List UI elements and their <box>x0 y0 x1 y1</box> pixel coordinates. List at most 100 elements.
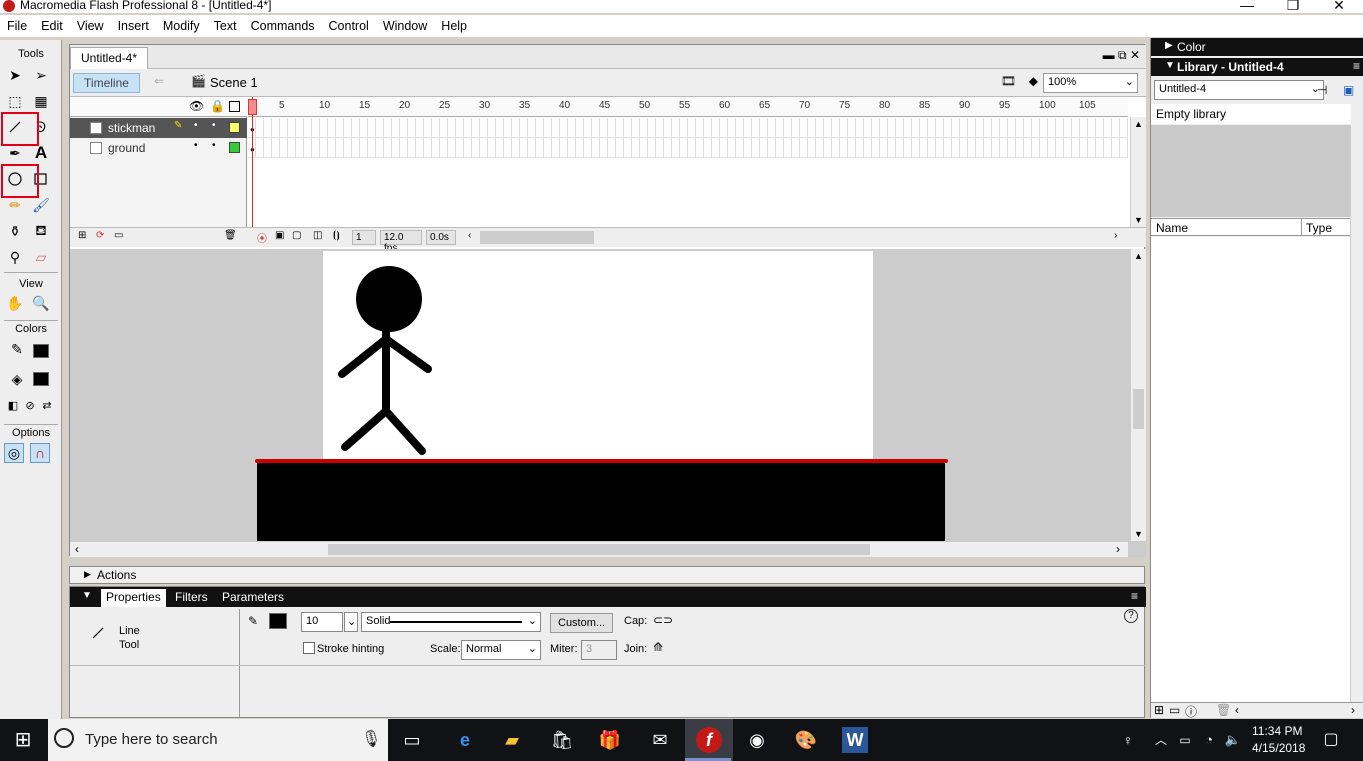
doc-restore-icon[interactable]: ⧉ <box>1118 48 1127 62</box>
menu-modify[interactable]: Modify <box>156 15 207 37</box>
actions-panel-header[interactable]: ▶ Actions <box>69 566 1145 584</box>
color-panel-header[interactable]: ▶ Color <box>1151 38 1363 56</box>
flash-icon[interactable]: f <box>696 727 722 753</box>
layer-color-swatch[interactable] <box>229 122 240 133</box>
layer-color-swatch[interactable] <box>229 142 240 153</box>
expand-arrow-icon[interactable]: ▶ <box>84 569 91 580</box>
outline-icon[interactable] <box>229 101 240 112</box>
help-icon[interactable]: ? <box>1124 609 1138 623</box>
column-type[interactable]: Type <box>1306 221 1332 235</box>
library-document-select[interactable]: Untitled-4 ⌄ <box>1154 80 1324 100</box>
frame-rate[interactable]: 12.0 fps <box>380 230 422 254</box>
volume-icon[interactable]: 🔈 <box>1220 727 1246 753</box>
delete-icon[interactable]: 🗑 <box>1216 703 1231 717</box>
stroke-color-icon[interactable]: ✎ <box>6 338 28 360</box>
onion-outline-icon[interactable]: ▢ <box>292 230 301 241</box>
maximize-button[interactable]: ❐ <box>1270 0 1316 14</box>
join-select-icon[interactable]: ⟰ <box>653 640 663 654</box>
clock-date[interactable]: 4/15/2018 <box>1252 741 1305 755</box>
chevron-right-icon[interactable]: › <box>1116 542 1120 556</box>
store-icon[interactable]: 🛍 <box>549 727 575 753</box>
add-layer-icon[interactable]: ⊞ <box>78 230 86 241</box>
stroke-hinting-checkbox[interactable] <box>303 642 315 654</box>
chevron-left-icon[interactable]: ‹ <box>468 230 471 241</box>
onion-markers-icon[interactable]: ⦗⦘ <box>333 230 340 241</box>
eye-icon[interactable]: 👁 <box>189 99 204 113</box>
notifications-icon[interactable]: ▢ <box>1318 727 1344 753</box>
back-arrow-icon[interactable]: ⇐ <box>154 74 164 88</box>
chevron-up-icon[interactable]: ▲ <box>1134 119 1143 129</box>
stage-vscroll[interactable]: ▲ ▼ <box>1130 249 1146 541</box>
visibility-dot[interactable]: • <box>194 140 198 151</box>
gift-icon[interactable]: 🎁 <box>597 727 623 753</box>
chevron-down-icon[interactable]: ▼ <box>1134 215 1143 225</box>
selection-tool-icon[interactable]: ➤ <box>4 64 26 86</box>
pin-library-icon[interactable]: ⊣ <box>1317 83 1327 97</box>
library-vscroll[interactable] <box>1350 218 1363 702</box>
snap-magnet-icon[interactable]: ∩ <box>30 443 50 463</box>
subselection-tool-icon[interactable]: ➢ <box>30 64 52 86</box>
edit-scene-icon[interactable]: 🎞 <box>1001 74 1016 88</box>
tab-filters[interactable]: Filters <box>175 590 208 604</box>
stroke-style-select[interactable]: Solid ⌄ <box>361 612 541 632</box>
new-library-panel-icon[interactable]: ▣ <box>1343 83 1354 97</box>
menu-help[interactable]: Help <box>434 15 474 37</box>
layer-row-stickman[interactable]: stickman ✎ • • <box>70 118 247 138</box>
collapse-arrow-icon[interactable]: ▼ <box>82 590 92 601</box>
menu-window[interactable]: Window <box>376 15 434 37</box>
chevron-up-icon[interactable]: ▲ <box>1134 251 1143 261</box>
fill-color-icon[interactable]: ◈ <box>6 368 28 390</box>
delete-layer-icon[interactable]: 🗑 <box>224 230 237 241</box>
stroke-height-dropdown[interactable]: ⌄ <box>344 612 358 632</box>
properties-icon[interactable]: ⓘ <box>1185 703 1197 720</box>
custom-button[interactable]: Custom... <box>550 613 614 633</box>
doc-minimize-icon[interactable]: ▬ <box>1103 48 1115 62</box>
edit-symbols-icon[interactable]: ◆ <box>1029 74 1038 88</box>
panel-menu-icon[interactable]: ≡ <box>1131 589 1138 603</box>
library-panel-header[interactable]: ▼ Library - Untitled-4 ≡ <box>1151 58 1363 76</box>
file-explorer-icon[interactable]: ▰ <box>499 727 525 753</box>
object-drawing-icon[interactable]: ◎ <box>4 443 24 463</box>
timeline-vscroll[interactable]: ▲ ▼ <box>1130 117 1146 227</box>
panel-menu-icon[interactable]: ≡ <box>1353 59 1360 73</box>
eyedropper-icon[interactable]: ⚲ <box>4 246 26 268</box>
miter-input[interactable]: 3 <box>581 640 617 660</box>
edit-multiple-icon[interactable]: ◫ <box>313 230 322 241</box>
free-transform-icon[interactable]: ⬚ <box>4 90 26 112</box>
chevron-left-icon[interactable]: ‹ <box>1235 703 1239 717</box>
lock-icon[interactable]: 🔒 <box>210 99 225 113</box>
zoom-tool-icon[interactable]: 🔍 <box>30 292 52 314</box>
stroke-color-swatch[interactable] <box>269 613 287 629</box>
menu-commands[interactable]: Commands <box>244 15 322 37</box>
playhead[interactable] <box>248 99 257 115</box>
stroke-color-swatch[interactable] <box>30 340 52 362</box>
add-folder-icon[interactable]: ▭ <box>114 230 123 241</box>
menu-edit[interactable]: Edit <box>34 15 70 37</box>
ground-rect[interactable] <box>257 462 945 541</box>
stage-drawing[interactable] <box>70 249 1128 541</box>
battery-icon[interactable]: ▭ <box>1172 727 1198 753</box>
zoom-select[interactable]: 100% ⌄ <box>1043 73 1138 93</box>
frame-row-stickman[interactable] <box>248 118 1128 138</box>
onion-skin-icon[interactable]: ▣ <box>275 230 284 241</box>
new-folder-icon[interactable]: ▭ <box>1169 703 1180 717</box>
edge-icon[interactable]: e <box>452 727 478 753</box>
add-guide-icon[interactable]: ⟳ <box>96 230 104 241</box>
cap-select-icon[interactable]: ⊂⊃ <box>653 613 673 627</box>
chevron-left-icon[interactable]: ‹ <box>75 542 79 556</box>
word-icon[interactable]: W <box>842 727 868 753</box>
lock-dot[interactable]: • <box>212 120 216 131</box>
center-frame-icon[interactable]: ⦿ <box>257 230 267 245</box>
stickman[interactable] <box>338 266 432 455</box>
visibility-dot[interactable]: • <box>194 120 198 131</box>
hand-tool-icon[interactable]: ✋ <box>4 292 26 314</box>
swap-colors-icon[interactable]: ⇄ <box>36 394 58 416</box>
stroke-height-input[interactable]: 10 <box>301 612 343 632</box>
fill-color-swatch[interactable] <box>30 368 52 390</box>
close-button[interactable]: ✕ <box>1316 0 1362 14</box>
stage-hscroll[interactable]: ‹ › <box>70 541 1128 557</box>
document-tab[interactable]: Untitled-4* <box>70 47 149 69</box>
eraser-icon[interactable]: ▱ <box>30 246 52 268</box>
windows-start-icon[interactable]: ⊞ <box>10 727 36 753</box>
gradient-transform-icon[interactable]: ▦ <box>30 90 52 112</box>
